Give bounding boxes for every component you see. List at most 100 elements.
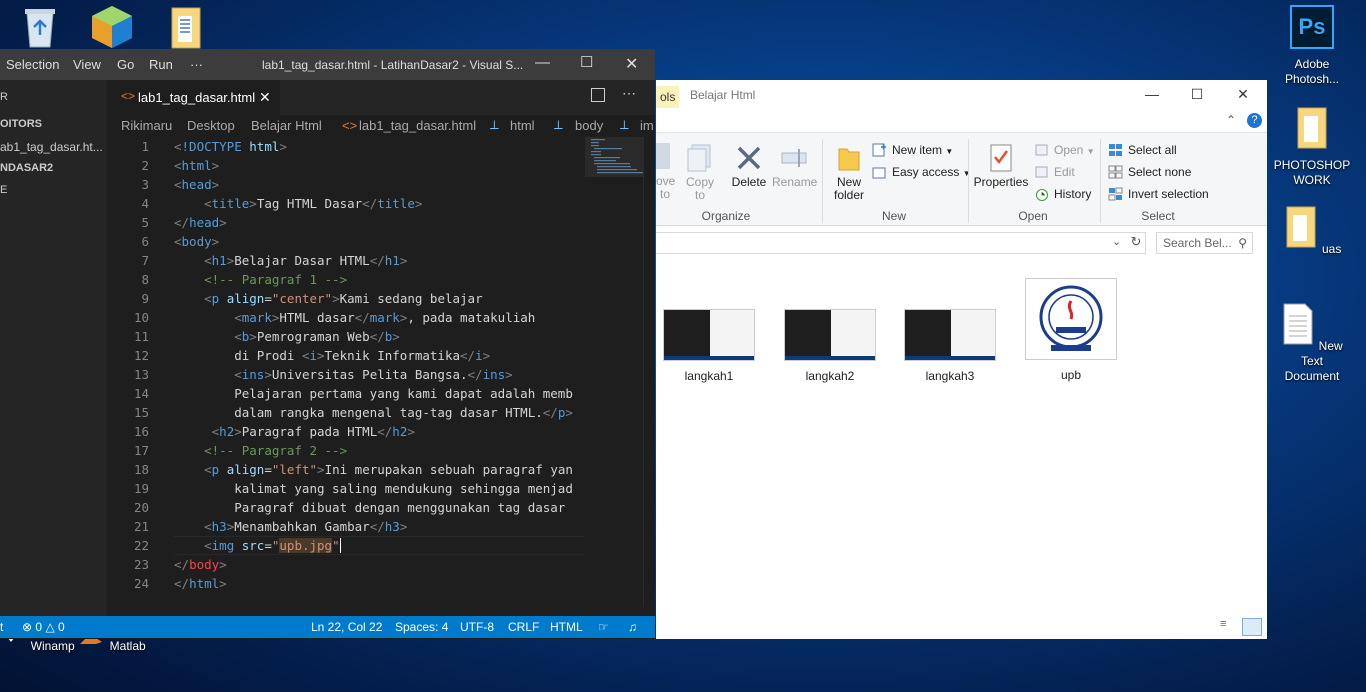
close-button[interactable]: ✕ bbox=[625, 54, 638, 74]
ribbon: ove to Copy to Delete Rename Organize Ne… bbox=[656, 132, 1267, 226]
delete-icon bbox=[737, 146, 761, 170]
notification-bell-icon[interactable]: ♫ bbox=[628, 620, 637, 634]
desktop-icon-uas[interactable]: uas bbox=[1272, 205, 1352, 257]
indentation[interactable]: Spaces: 4 bbox=[395, 620, 448, 634]
delete-button[interactable]: Delete bbox=[730, 143, 768, 189]
copy-to-button[interactable]: Copy to bbox=[682, 143, 718, 202]
menu-view[interactable]: View bbox=[73, 57, 101, 72]
file-item[interactable]: langkah2 bbox=[784, 309, 876, 383]
history-button[interactable]: History bbox=[1034, 185, 1091, 203]
picture-tools-tab[interactable]: ols bbox=[656, 86, 680, 108]
vscode-window: Selection View Go Run ··· lab1_tag_dasar… bbox=[0, 49, 655, 639]
select-none-button[interactable]: Select none bbox=[1108, 163, 1191, 181]
code-line: </head> bbox=[174, 215, 227, 230]
workspace-section[interactable]: NDASAR2 bbox=[0, 162, 53, 174]
code-line: <b>Pemrograman Web</b> bbox=[234, 329, 400, 344]
easy-access-button[interactable]: Easy access ▼ bbox=[872, 163, 971, 181]
problems-indicator[interactable]: ⊗ 0 △ 0 bbox=[22, 620, 65, 634]
line-number: 3 bbox=[141, 177, 149, 192]
breadcrumb-item[interactable]: Belajar Html bbox=[251, 118, 322, 133]
scrollbar[interactable] bbox=[643, 137, 655, 607]
more-actions-icon[interactable]: ⋯ bbox=[622, 85, 636, 102]
breadcrumb-item[interactable]: html bbox=[510, 118, 535, 133]
invert-selection-button[interactable]: Invert selection bbox=[1108, 185, 1209, 203]
explorer-title-bar: ols Belajar Html — ☐ ✕ bbox=[656, 80, 1267, 110]
file-thumbnail bbox=[904, 309, 996, 361]
breadcrumb-item[interactable]: Rikimaru bbox=[121, 118, 172, 133]
search-input[interactable]: Search Bel... ⚲ bbox=[1156, 232, 1253, 254]
maximize-button[interactable]: ☐ bbox=[580, 53, 593, 71]
line-number: 21 bbox=[133, 519, 149, 534]
encoding[interactable]: UTF-8 bbox=[460, 620, 494, 634]
code-line: <h1>Belajar Dasar HTML</h1> bbox=[204, 253, 408, 268]
desktop-icon-new-text-document[interactable]: New Text Document bbox=[1272, 302, 1352, 384]
code-editor[interactable]: 1 2 3 4 5 6 7 8 9 10 11 12 13 14 15 16 1… bbox=[107, 137, 585, 625]
select-all-button[interactable]: Select all bbox=[1108, 141, 1177, 159]
open-button[interactable]: Open ▼ bbox=[1034, 141, 1095, 159]
desktop-icon-photoshop-work[interactable]: PHOTOSHOP WORK bbox=[1272, 106, 1352, 188]
minimize-button[interactable]: — bbox=[1134, 84, 1170, 106]
html-file-icon: <> bbox=[121, 89, 136, 103]
maximize-button[interactable]: ☐ bbox=[1179, 84, 1215, 106]
rename-button[interactable]: Rename bbox=[772, 143, 817, 189]
symbol-icon: ⟂ bbox=[554, 117, 563, 132]
help-icon[interactable]: ? bbox=[1247, 113, 1262, 128]
cursor-position[interactable]: Ln 22, Col 22 bbox=[311, 620, 382, 634]
desktop-icon-label: Matlab bbox=[109, 639, 146, 653]
code-line: <ins>Universitas Pelita Bangsa.</ins> bbox=[234, 367, 513, 382]
desktop-icon-label: Adobe Photosh... bbox=[1284, 57, 1340, 86]
editor-tabs: <> lab1_tag_dasar.html ✕ ⋯ bbox=[107, 80, 655, 115]
breadcrumb-item[interactable]: lab1_tag_dasar.html bbox=[359, 118, 476, 133]
folder-icon bbox=[1286, 206, 1316, 248]
language-mode[interactable]: HTML bbox=[550, 620, 583, 634]
line-number: 2 bbox=[141, 158, 149, 173]
line-ending[interactable]: CRLF bbox=[508, 620, 539, 634]
new-item-button[interactable]: New item ▼ bbox=[872, 141, 953, 159]
tab-lab1-tag-dasar[interactable]: <> lab1_tag_dasar.html ✕ bbox=[107, 80, 280, 115]
refresh-icon[interactable]: ↻ bbox=[1128, 234, 1144, 252]
move-to-button[interactable]: ove to bbox=[656, 143, 675, 201]
split-editor-icon[interactable] bbox=[591, 88, 605, 102]
ribbon-group-organize: Organize bbox=[701, 209, 751, 223]
warning-icon: △ bbox=[45, 620, 55, 634]
open-editors-section[interactable]: OITORS bbox=[0, 118, 42, 130]
new-folder-button[interactable]: New folder bbox=[830, 143, 868, 202]
explorer-title: Belajar Html bbox=[690, 88, 756, 102]
address-dropdown-icon[interactable]: ⌄ bbox=[1112, 235, 1121, 248]
remote-indicator[interactable]: t bbox=[0, 620, 3, 634]
search-icon: ⚲ bbox=[1238, 236, 1247, 250]
file-item[interactable]: upb bbox=[1025, 278, 1117, 382]
university-logo-thumbnail bbox=[1025, 278, 1117, 360]
close-button[interactable]: ✕ bbox=[1225, 84, 1261, 106]
minimap[interactable] bbox=[585, 137, 643, 237]
file-thumbnail bbox=[663, 309, 755, 361]
code-line: <p align="left">Ini merupakan sebuah par… bbox=[204, 462, 573, 477]
file-item[interactable]: langkah3 bbox=[904, 309, 996, 383]
address-bar[interactable]: ⌄ bbox=[656, 232, 1146, 254]
menu-go[interactable]: Go bbox=[117, 57, 134, 72]
properties-button[interactable]: Properties bbox=[972, 143, 1030, 189]
large-icons-view-icon[interactable] bbox=[1242, 618, 1262, 636]
minimize-button[interactable]: — bbox=[535, 54, 550, 71]
symbol-icon: ⟂ bbox=[620, 117, 629, 132]
open-editor-file[interactable]: ab1_tag_dasar.ht... bbox=[0, 140, 103, 154]
desktop-icon-photoshop[interactable]: Ps Adobe Photosh... bbox=[1272, 5, 1352, 87]
breadcrumb-item[interactable]: body bbox=[575, 118, 603, 133]
breadcrumb-item[interactable]: Desktop bbox=[187, 118, 235, 133]
file-item[interactable]: langkah1 bbox=[663, 309, 755, 383]
menu-run[interactable]: Run bbox=[149, 57, 173, 72]
sidebar-item[interactable]: E bbox=[0, 184, 7, 196]
code-line: <h3>Menambahkan Gambar</h3> bbox=[204, 519, 408, 534]
feedback-icon[interactable]: ☞ bbox=[598, 620, 609, 634]
ribbon-collapse-icon[interactable]: ⌃ bbox=[1226, 113, 1236, 127]
edit-button[interactable]: Edit bbox=[1034, 163, 1075, 181]
close-tab-icon[interactable]: ✕ bbox=[259, 89, 271, 106]
breadcrumb-item[interactable]: im bbox=[640, 118, 654, 133]
line-number: 22 bbox=[133, 538, 149, 553]
menu-selection[interactable]: Selection bbox=[6, 57, 59, 72]
menu-more[interactable]: ··· bbox=[190, 57, 203, 72]
open-icon bbox=[1035, 144, 1048, 156]
file-name: langkah2 bbox=[805, 369, 855, 383]
details-view-icon[interactable]: ≡ bbox=[1220, 618, 1238, 634]
line-number: 24 bbox=[133, 576, 149, 591]
